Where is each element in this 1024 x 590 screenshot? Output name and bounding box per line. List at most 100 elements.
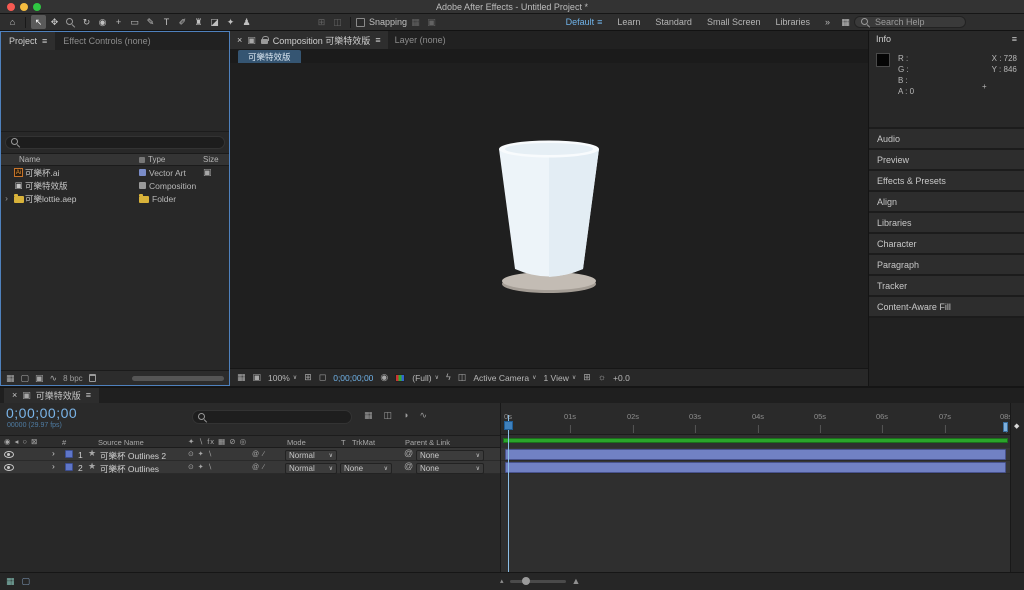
panel-header-tracker[interactable]: Tracker [869, 276, 1024, 295]
time-ruler[interactable]: 0s 01s 02s 03s 04s 05s 06s 07s 08s [501, 403, 1010, 435]
panel-menu-icon[interactable] [86, 391, 91, 400]
project-search-input[interactable] [5, 136, 225, 149]
rotation-tool[interactable] [79, 15, 94, 29]
panel-header-content-aware-fill[interactable]: Content-Aware Fill [869, 297, 1024, 316]
expander-icon[interactable] [1, 194, 12, 203]
draft-3d-icon[interactable] [384, 411, 393, 420]
layer-row[interactable]: 1 可樂杯 Outlines 2 Normal None [0, 448, 500, 461]
column-size[interactable]: Size [203, 155, 229, 164]
zoom-tool[interactable] [63, 15, 78, 29]
zoom-slider[interactable] [509, 577, 566, 585]
pick-whip-icon[interactable] [404, 449, 413, 458]
layer-quality-icons[interactable] [252, 451, 265, 458]
layer-row[interactable]: 2 可樂杯 Outlines Normal None None [0, 461, 500, 474]
adjust-exposure-icon[interactable] [598, 373, 606, 382]
panel-header-effects-presets[interactable]: Effects & Presets [869, 171, 1024, 190]
toggle-av-panes-icon[interactable] [6, 577, 15, 586]
snapping-checkbox[interactable] [356, 17, 365, 27]
view-layout-icon[interactable] [458, 373, 467, 382]
zoom-slider-handle[interactable] [521, 577, 530, 585]
tab-layer[interactable]: Layer (none) [388, 31, 453, 49]
expander-icon[interactable] [52, 449, 55, 458]
pick-whip-icon[interactable] [404, 462, 413, 471]
workspace-learn[interactable]: Learn [610, 17, 647, 27]
label-color-chip[interactable] [65, 463, 73, 471]
panel-menu-icon[interactable] [375, 36, 380, 45]
lock-icon[interactable] [260, 35, 269, 45]
type-tool[interactable] [159, 15, 174, 29]
workspace-default[interactable]: Default [559, 17, 610, 27]
toggle-transfer-panes-icon[interactable] [22, 577, 31, 586]
workspace-standard[interactable]: Standard [648, 17, 699, 27]
adjust-settings-icon[interactable] [50, 374, 58, 383]
tab-effect-controls[interactable]: Effect Controls (none) [55, 32, 158, 50]
column-trkmat-toggle[interactable]: T [341, 438, 346, 447]
parent-dropdown[interactable]: None [416, 450, 484, 461]
info-panel-header[interactable]: Info [869, 31, 1024, 47]
tab-composition[interactable]: Composition 可樂特效版 [230, 31, 388, 49]
pen-tool[interactable] [143, 15, 158, 29]
panel-header-libraries[interactable]: Libraries [869, 213, 1024, 232]
panel-header-preview[interactable]: Preview [869, 150, 1024, 169]
close-icon[interactable] [12, 391, 17, 400]
project-item-row[interactable]: 可樂特效版 Composition [1, 179, 229, 192]
camera-tool[interactable] [95, 15, 110, 29]
roto-brush-tool[interactable] [223, 15, 238, 29]
show-channel-icon[interactable] [395, 373, 406, 382]
current-time-indicator[interactable] [504, 421, 513, 430]
region-of-interest-icon[interactable] [319, 373, 326, 382]
workspace-menu-icon[interactable] [597, 18, 602, 27]
workspace-small-screen[interactable]: Small Screen [700, 17, 768, 27]
composition-viewer[interactable] [230, 63, 868, 368]
bit-depth-button[interactable]: 8 bpc [63, 374, 83, 383]
workspace-libraries[interactable]: Libraries [768, 17, 817, 27]
timeline-search-input[interactable] [192, 410, 352, 424]
selection-tool[interactable] [31, 15, 46, 29]
fast-previews-icon[interactable] [446, 373, 451, 382]
close-icon[interactable] [237, 36, 242, 45]
eraser-tool[interactable] [207, 15, 222, 29]
snapshot-icon[interactable] [380, 373, 388, 382]
active-camera-dropdown[interactable]: Active Camera [473, 373, 536, 383]
new-composition-icon[interactable] [35, 374, 44, 383]
preview-timecode[interactable]: 0;00;00;00 [333, 373, 373, 383]
hand-tool[interactable] [47, 15, 62, 29]
timeline-track-area[interactable]: 0s 01s 02s 03s 04s 05s 06s 07s 08s [500, 403, 1010, 572]
column-name[interactable]: Name [1, 155, 139, 164]
column-trkmat[interactable]: TrkMat [352, 438, 375, 447]
workspace-overflow-button[interactable]: » [818, 17, 837, 27]
layer-switch-icons[interactable] [188, 451, 213, 458]
magnification-dropdown[interactable]: 100% [268, 373, 297, 383]
layer-duration-bar[interactable] [505, 449, 1006, 460]
timeline-tab[interactable]: 可樂特效版 [4, 388, 100, 403]
work-area-end-handle[interactable] [1003, 422, 1008, 432]
clone-stamp-tool[interactable] [191, 15, 206, 29]
label-color-chip[interactable] [65, 450, 73, 458]
transparency-grid-icon[interactable] [237, 373, 246, 382]
layer-switch-icons[interactable] [188, 464, 213, 471]
project-item-row[interactable]: 可樂杯.ai Vector Art [1, 166, 229, 179]
workspace-bar-icon[interactable] [838, 15, 853, 29]
column-source-name[interactable]: Source Name [98, 438, 144, 447]
interpret-footage-icon[interactable] [6, 374, 15, 383]
monitor-icon[interactable] [253, 373, 262, 382]
pixel-aspect-icon[interactable] [583, 373, 591, 382]
snapping-option-icon[interactable] [408, 15, 423, 29]
resolution-dropdown[interactable]: (Full) [412, 373, 439, 383]
zoom-in-icon[interactable] [572, 577, 581, 586]
work-area-bar[interactable] [503, 438, 1008, 443]
blend-mode-dropdown[interactable]: Normal [285, 463, 337, 474]
view-count-dropdown[interactable]: 1 View [543, 373, 576, 383]
eye-icon[interactable] [4, 451, 14, 458]
panel-menu-icon[interactable] [1012, 35, 1017, 44]
panel-header-align[interactable]: Align [869, 192, 1024, 211]
puppet-pin-tool[interactable] [239, 15, 254, 29]
column-parent-link[interactable]: Parent & Link [405, 438, 450, 447]
snapping-toggle[interactable]: Snapping [356, 17, 407, 27]
zoom-out-icon[interactable] [500, 578, 504, 585]
layer-duration-bar[interactable] [505, 462, 1006, 473]
new-folder-icon[interactable] [21, 374, 30, 383]
horizontal-scrollbar[interactable] [132, 375, 224, 381]
tab-project[interactable]: Project [1, 32, 56, 50]
snapping-option-icon[interactable] [424, 15, 439, 29]
